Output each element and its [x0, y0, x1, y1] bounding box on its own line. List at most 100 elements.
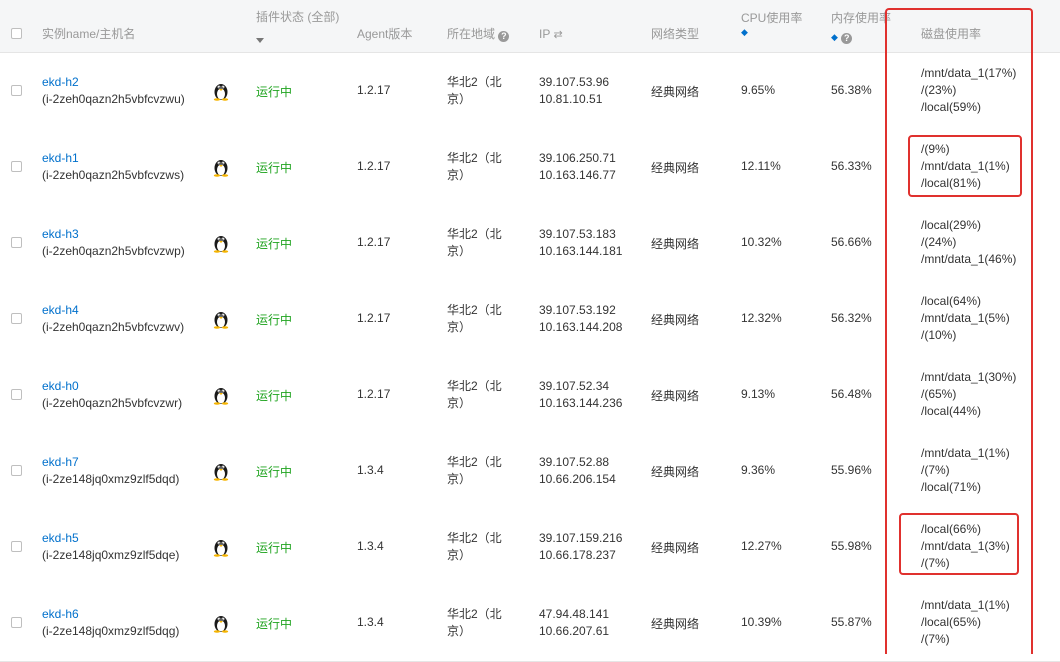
disk-usage-line: /mnt/data_1(17%) — [921, 66, 1017, 80]
instance-id: (i-2zeh0qazn2h5vbfcvzwp) — [42, 244, 185, 258]
public-ip: 39.107.52.34 — [539, 379, 610, 393]
disk-usage-line: /(7%) — [921, 632, 950, 646]
instance-name-link[interactable]: ekd-h5 — [42, 530, 179, 547]
table-row[interactable]: ekd-h0 (i-2zeh0qazn2h5vbfcvzwr) 运行中 1.2.… — [0, 357, 1060, 434]
agent-version: 1.2.17 — [357, 159, 391, 173]
linux-penguin-icon — [213, 616, 229, 633]
public-ip: 39.107.52.88 — [539, 455, 610, 469]
disk-usage-cell: /mnt/data_1(30%) /(65%) /local(44%) — [921, 369, 1016, 420]
table-header: 实例name/主机名 插件状态 (全部) Agent版本 所在地域 ? IP ⇄… — [0, 0, 1060, 53]
ip-cell: 39.107.159.216 10.66.178.237 — [539, 530, 622, 564]
ip-cell: 39.107.53.96 10.81.10.51 — [539, 74, 609, 108]
disk-usage-line: /(65%) — [921, 387, 957, 401]
agent-version: 1.2.17 — [357, 311, 391, 325]
table-row[interactable]: ekd-h7 (i-2ze148jq0xmz9zlf5dqd) 运行中 1.3.… — [0, 433, 1060, 510]
public-ip: 39.107.53.96 — [539, 75, 610, 89]
instance-cell: ekd-h6 (i-2ze148jq0xmz9zlf5dqg) — [42, 606, 179, 640]
region-line-2: 京） — [447, 244, 472, 258]
row-checkbox[interactable] — [11, 541, 22, 552]
network-type: 经典网络 — [651, 161, 700, 175]
select-all-checkbox[interactable] — [11, 28, 22, 39]
ip-cell: 39.107.52.88 10.66.206.154 — [539, 454, 616, 488]
ip-cell: 39.107.53.192 10.163.144.208 — [539, 302, 622, 336]
disk-usage-cell: /mnt/data_1(1%) /local(65%) /(7%) — [921, 597, 1010, 648]
mem-usage: 56.32% — [831, 311, 872, 325]
disk-usage-line: /local(81%) — [921, 176, 982, 190]
disk-usage-line: /mnt/data_1(1%) — [921, 159, 1010, 173]
question-circle-icon[interactable]: ? — [498, 31, 510, 42]
cpu-usage: 12.32% — [741, 311, 782, 325]
linux-penguin-icon — [213, 388, 229, 405]
cpu-usage: 9.65% — [741, 83, 776, 97]
sort-diamond-icon[interactable]: ◆ — [741, 28, 802, 37]
instance-name-link[interactable]: ekd-h1 — [42, 150, 184, 167]
disk-usage-cell: /local(29%) /(24%) /mnt/data_1(46%) — [921, 217, 1016, 268]
table-row[interactable]: ekd-h2 (i-2zeh0qazn2h5vbfcvzwu) 运行中 1.2.… — [0, 53, 1060, 130]
region-line-2: 京） — [447, 472, 472, 486]
col-mem-header[interactable]: 内存使用率 ◆ ? — [831, 10, 891, 44]
public-ip: 39.107.53.183 — [539, 227, 616, 241]
question-circle-icon[interactable]: ? — [841, 33, 853, 44]
caret-down-icon[interactable] — [256, 31, 339, 47]
plugin-status: 运行中 — [256, 617, 293, 631]
instance-id: (i-2zeh0qazn2h5vbfcvzws) — [42, 168, 185, 182]
region-line-2: 京） — [447, 168, 472, 182]
plugin-status: 运行中 — [256, 237, 293, 251]
linux-penguin-icon — [213, 540, 229, 557]
instance-name-link[interactable]: ekd-h6 — [42, 606, 179, 623]
region-cell: 华北2（北 京） — [447, 74, 502, 108]
network-type: 经典网络 — [651, 541, 700, 555]
private-ip: 10.66.178.237 — [539, 548, 616, 562]
disk-usage-line: /local(71%) — [921, 480, 982, 494]
instance-name-link[interactable]: ekd-h3 — [42, 226, 185, 243]
instance-id: (i-2zeh0qazn2h5vbfcvzwu) — [42, 92, 185, 106]
table-row[interactable]: ekd-h6 (i-2ze148jq0xmz9zlf5dqg) 运行中 1.3.… — [0, 585, 1060, 662]
instance-name-link[interactable]: ekd-h2 — [42, 74, 185, 91]
disk-usage-cell: /local(64%) /mnt/data_1(5%) /(10%) — [921, 293, 1010, 344]
disk-usage-line: /mnt/data_1(5%) — [921, 311, 1010, 325]
instance-name-link[interactable]: ekd-h4 — [42, 302, 184, 319]
mem-usage: 55.96% — [831, 463, 872, 477]
col-disk-header: 磁盘使用率 — [921, 27, 982, 41]
row-checkbox[interactable] — [11, 617, 22, 628]
public-ip: 39.107.53.192 — [539, 303, 616, 317]
col-cpu-header[interactable]: CPU使用率 ◆ — [741, 10, 802, 37]
linux-penguin-icon — [213, 464, 229, 481]
row-checkbox[interactable] — [11, 389, 22, 400]
instance-cell: ekd-h2 (i-2zeh0qazn2h5vbfcvzwu) — [42, 74, 185, 108]
disk-usage-cell: /mnt/data_1(17%) /(23%) /local(59%) — [921, 65, 1016, 116]
region-cell: 华北2（北 京） — [447, 606, 502, 640]
network-type: 经典网络 — [651, 85, 700, 99]
row-checkbox[interactable] — [11, 237, 22, 248]
instance-cell: ekd-h1 (i-2zeh0qazn2h5vbfcvzws) — [42, 150, 184, 184]
table-row[interactable]: ekd-h3 (i-2zeh0qazn2h5vbfcvzwp) 运行中 1.2.… — [0, 205, 1060, 282]
public-ip: 39.106.250.71 — [539, 151, 616, 165]
row-checkbox[interactable] — [11, 85, 22, 96]
row-checkbox[interactable] — [11, 161, 22, 172]
mem-usage: 56.48% — [831, 387, 872, 401]
instance-name-link[interactable]: ekd-h0 — [42, 378, 182, 395]
linux-penguin-icon — [213, 84, 229, 101]
region-line-2: 京） — [447, 396, 472, 410]
disk-usage-cell: /mnt/data_1(1%) /(7%) /local(71%) — [921, 445, 1010, 496]
instance-cell: ekd-h4 (i-2zeh0qazn2h5vbfcvzwv) — [42, 302, 184, 336]
region-cell: 华北2（北 京） — [447, 454, 502, 488]
row-checkbox[interactable] — [11, 465, 22, 476]
cpu-usage: 12.11% — [741, 159, 781, 173]
disk-usage-cell: /local(66%) /mnt/data_1(3%) /(7%) — [921, 521, 1010, 572]
swap-arrows-icon[interactable]: ⇄ — [553, 29, 562, 41]
instance-name-link[interactable]: ekd-h7 — [42, 454, 179, 471]
table-row[interactable]: ekd-h1 (i-2zeh0qazn2h5vbfcvzws) 运行中 1.2.… — [0, 129, 1060, 206]
table-row[interactable]: ekd-h4 (i-2zeh0qazn2h5vbfcvzwv) 运行中 1.2.… — [0, 281, 1060, 358]
plugin-status: 运行中 — [256, 465, 293, 479]
disk-usage-line: /local(29%) — [921, 218, 982, 232]
region-cell: 华北2（北 京） — [447, 150, 502, 184]
col-plugin-status-header[interactable]: 插件状态 (全部) — [256, 9, 339, 47]
row-checkbox[interactable] — [11, 313, 22, 324]
region-line-2: 京） — [447, 92, 472, 106]
table-row[interactable]: ekd-h5 (i-2ze148jq0xmz9zlf5dqe) 运行中 1.3.… — [0, 509, 1060, 586]
sort-diamond-icon[interactable]: ◆ — [831, 32, 838, 42]
disk-usage-line: /(9%) — [921, 142, 950, 156]
disk-usage-line: /local(59%) — [921, 100, 982, 114]
agent-version: 1.2.17 — [357, 235, 391, 249]
